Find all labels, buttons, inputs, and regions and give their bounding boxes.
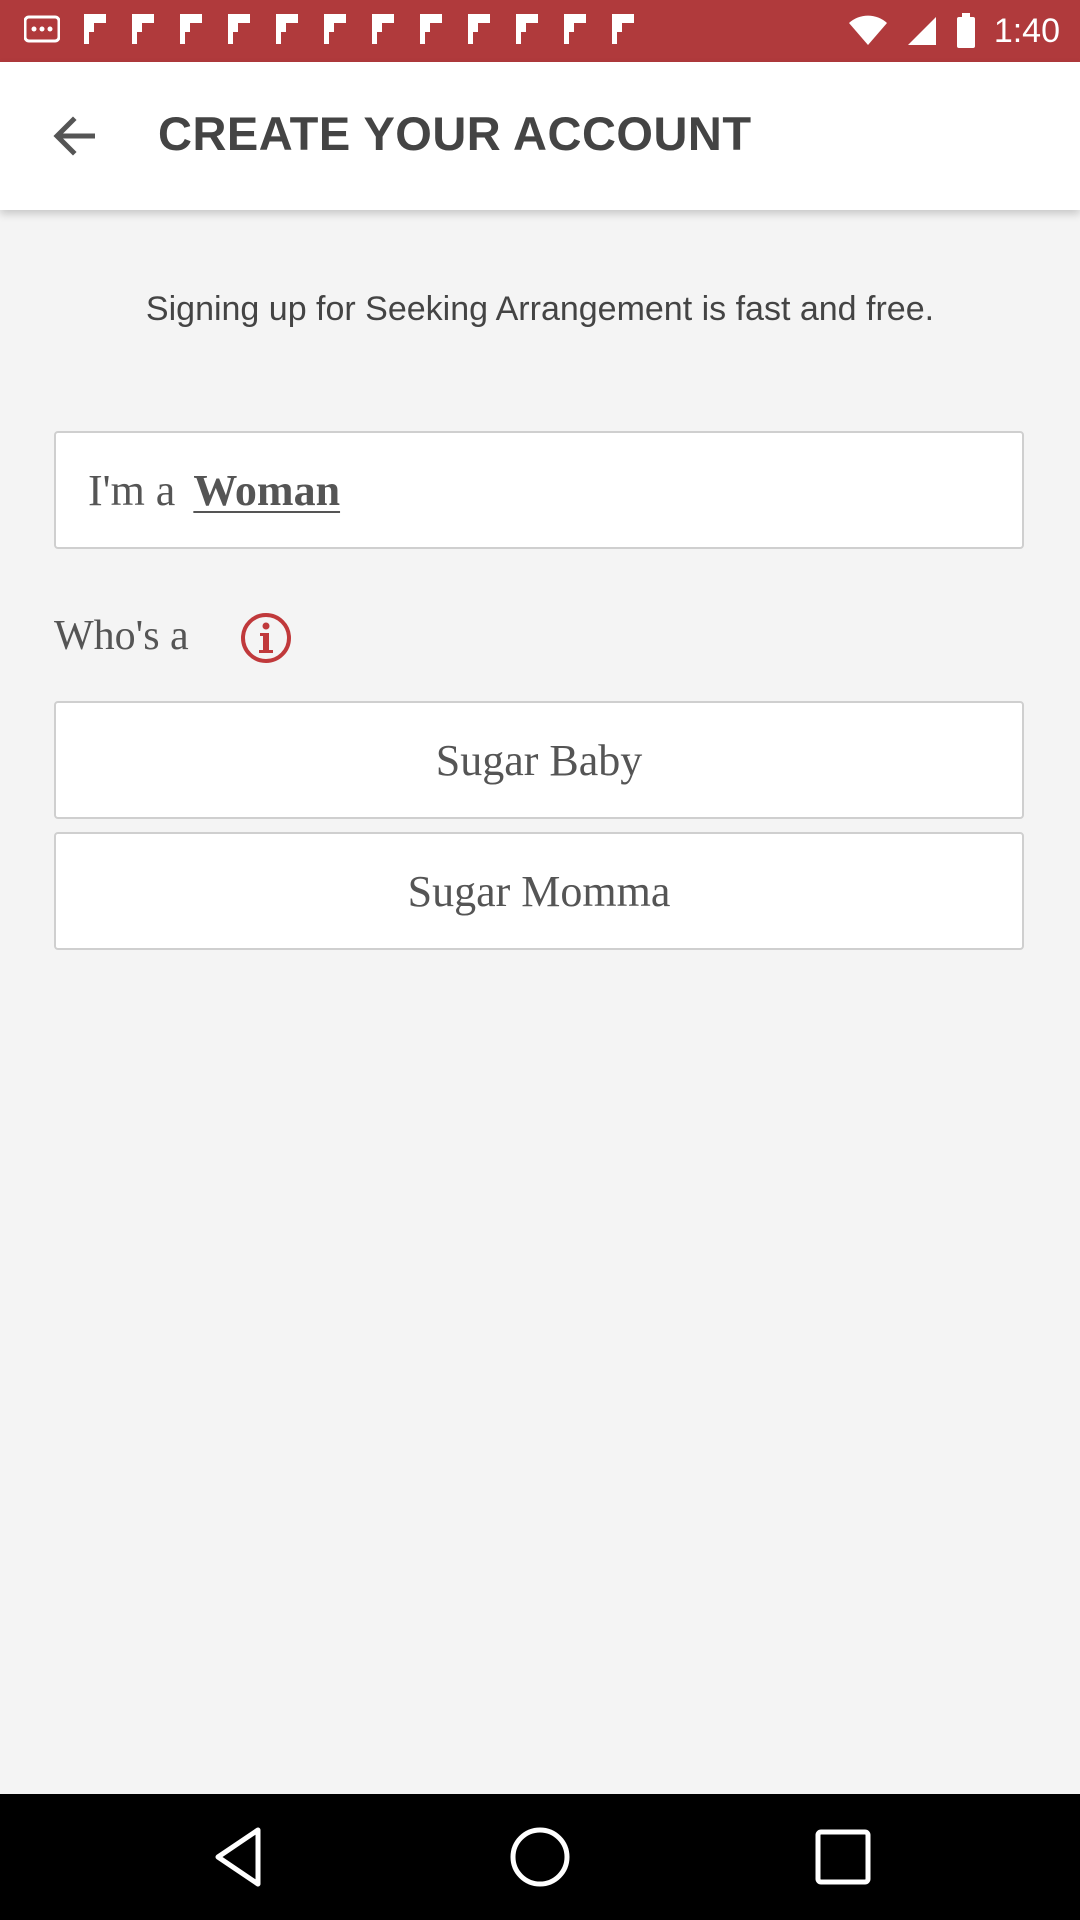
status-bar: 1:40: [0, 0, 1080, 62]
battery-icon: [956, 13, 975, 48]
flipboard-icon: [228, 14, 250, 44]
arrow-back-icon: [53, 116, 95, 156]
gender-selector[interactable]: I'm a Woman: [54, 431, 1024, 549]
signal-icon: [907, 17, 936, 45]
intro-text: Signing up for Seeking Arrangement is fa…: [145, 290, 935, 328]
recents-nav-icon[interactable]: [810, 1824, 876, 1890]
app-bar: CREATE YOUR ACCOUNT: [0, 62, 1080, 210]
gender-label: I'm a: [88, 465, 176, 515]
back-button[interactable]: [40, 108, 106, 164]
flipboard-icon: [180, 14, 202, 44]
flipboard-icon: [84, 14, 106, 44]
flipboard-icon: [612, 14, 634, 44]
notification-icons: [24, 12, 636, 46]
option-sugar-baby[interactable]: Sugar Baby: [54, 701, 1024, 819]
more-icon: [24, 15, 60, 43]
navigation-bar: [0, 1794, 1080, 1920]
info-icon[interactable]: [240, 612, 292, 664]
home-nav-icon[interactable]: [507, 1824, 573, 1890]
system-status: 1:40: [848, 0, 1060, 62]
flipboard-icon: [132, 14, 154, 44]
page-title: CREATE YOUR ACCOUNT: [158, 107, 752, 160]
flipboard-icon: [468, 14, 490, 44]
flipboard-icon: [372, 14, 394, 44]
wifi-icon: [848, 15, 887, 45]
option-sugar-momma[interactable]: Sugar Momma: [54, 832, 1024, 950]
role-label: Who's a: [54, 613, 189, 659]
flipboard-icon: [324, 14, 346, 44]
flipboard-icon: [420, 14, 442, 44]
flipboard-icon: [276, 14, 298, 44]
back-nav-icon[interactable]: [206, 1824, 272, 1890]
status-time: 1:40: [993, 11, 1060, 50]
flipboard-icon: [564, 14, 586, 44]
flipboard-icon: [516, 14, 538, 44]
gender-value[interactable]: Woman: [193, 465, 340, 516]
